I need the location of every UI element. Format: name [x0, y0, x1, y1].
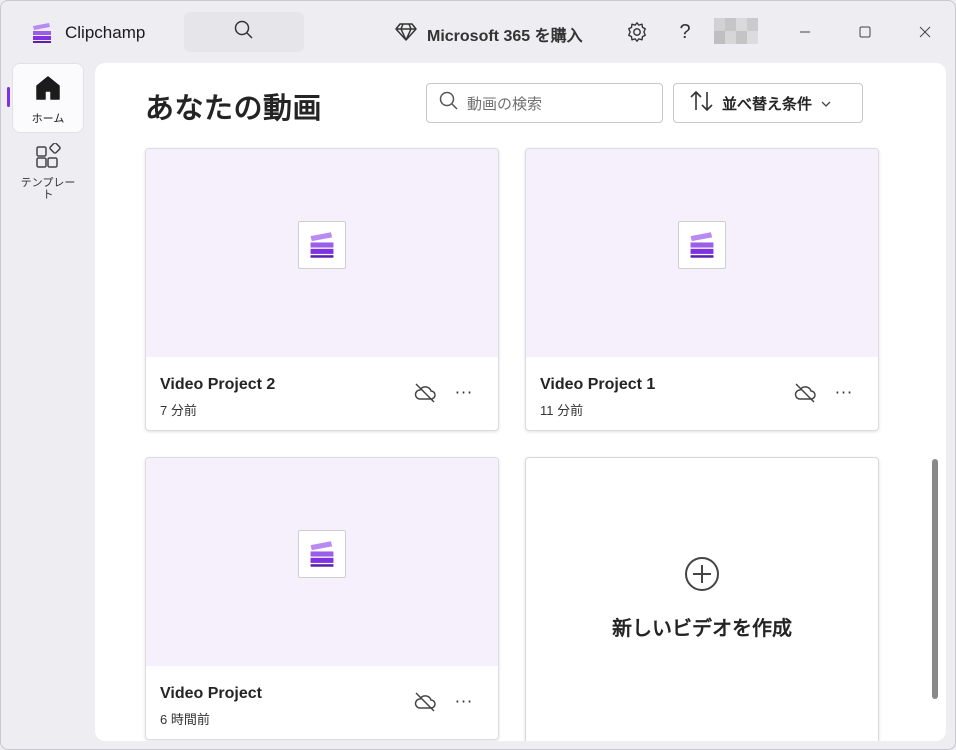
- video-search-input[interactable]: 動画の検索: [426, 83, 663, 123]
- home-icon: [35, 76, 61, 104]
- clipchamp-logo-icon: [298, 221, 346, 269]
- search-icon: [234, 20, 254, 44]
- rail-item-templates[interactable]: テンプレート: [12, 141, 84, 203]
- cloud-off-icon: [793, 382, 817, 404]
- add-circle-icon: [684, 556, 720, 592]
- rail-item-home-label: ホーム: [31, 113, 65, 125]
- more-options-button[interactable]: ···: [452, 381, 476, 405]
- chevron-down-icon: [820, 94, 832, 113]
- global-search-button[interactable]: [184, 12, 304, 52]
- close-button[interactable]: [910, 17, 940, 47]
- more-options-button[interactable]: ···: [832, 381, 856, 405]
- project-card[interactable]: Video Project 1 11 分前 ···: [525, 148, 879, 431]
- create-new-video-label: 新しいビデオを作成: [612, 618, 792, 640]
- more-options-button[interactable]: ···: [452, 690, 476, 714]
- rail-item-templates-label: テンプレート: [20, 177, 76, 201]
- clipchamp-logo-icon: [31, 22, 53, 44]
- project-card[interactable]: Video Project 6 時間前 ···: [145, 457, 499, 740]
- buy-microsoft365-label: Microsoft 365 を購入: [427, 28, 583, 45]
- create-new-video-card[interactable]: 新しいビデオを作成: [525, 457, 879, 741]
- cloud-off-icon: [413, 382, 437, 404]
- project-modified-time: 7 分前: [160, 403, 197, 418]
- sort-button-label: 並べ替え条件: [722, 95, 813, 113]
- project-title: Video Project 2: [160, 376, 276, 393]
- page-title: あなたの動画: [145, 93, 323, 125]
- project-thumbnail[interactable]: [146, 458, 498, 666]
- help-button[interactable]: ?: [677, 19, 693, 45]
- search-icon: [439, 91, 459, 115]
- vertical-scrollbar[interactable]: [932, 459, 938, 699]
- project-card[interactable]: Video Project 2 7 分前 ···: [145, 148, 499, 431]
- project-modified-time: 6 時間前: [160, 712, 210, 727]
- project-title: Video Project: [160, 685, 262, 702]
- cloud-off-icon: [413, 691, 437, 713]
- settings-gear-icon[interactable]: [626, 21, 648, 43]
- sort-arrows-icon: [690, 90, 714, 116]
- buy-microsoft365-button[interactable]: Microsoft 365 を購入: [395, 22, 583, 46]
- minimize-button[interactable]: [790, 17, 820, 47]
- project-title: Video Project 1: [540, 376, 656, 393]
- title-bar: Clipchamp Microsoft 365 を購入 ?: [1, 1, 955, 63]
- rail-active-indicator: [7, 87, 10, 107]
- project-thumbnail[interactable]: [146, 149, 498, 357]
- rail-item-home[interactable]: ホーム: [12, 63, 84, 133]
- templates-icon: [35, 142, 61, 173]
- app-name: Clipchamp: [65, 23, 146, 42]
- diamond-icon: [395, 22, 417, 46]
- main-content: あなたの動画 動画の検索 並べ替え条件 Video Project 2 7 分前…: [95, 63, 946, 741]
- clipchamp-logo-icon: [298, 530, 346, 578]
- project-thumbnail[interactable]: [526, 149, 878, 357]
- user-avatar[interactable]: [714, 18, 758, 44]
- maximize-button[interactable]: [850, 17, 880, 47]
- sort-button[interactable]: 並べ替え条件: [673, 83, 863, 123]
- clipchamp-logo-icon: [678, 221, 726, 269]
- app-window: Clipchamp Microsoft 365 を購入 ? ホーム テンプレート…: [0, 0, 956, 750]
- video-search-placeholder: 動画の検索: [467, 95, 543, 113]
- project-modified-time: 11 分前: [540, 403, 584, 418]
